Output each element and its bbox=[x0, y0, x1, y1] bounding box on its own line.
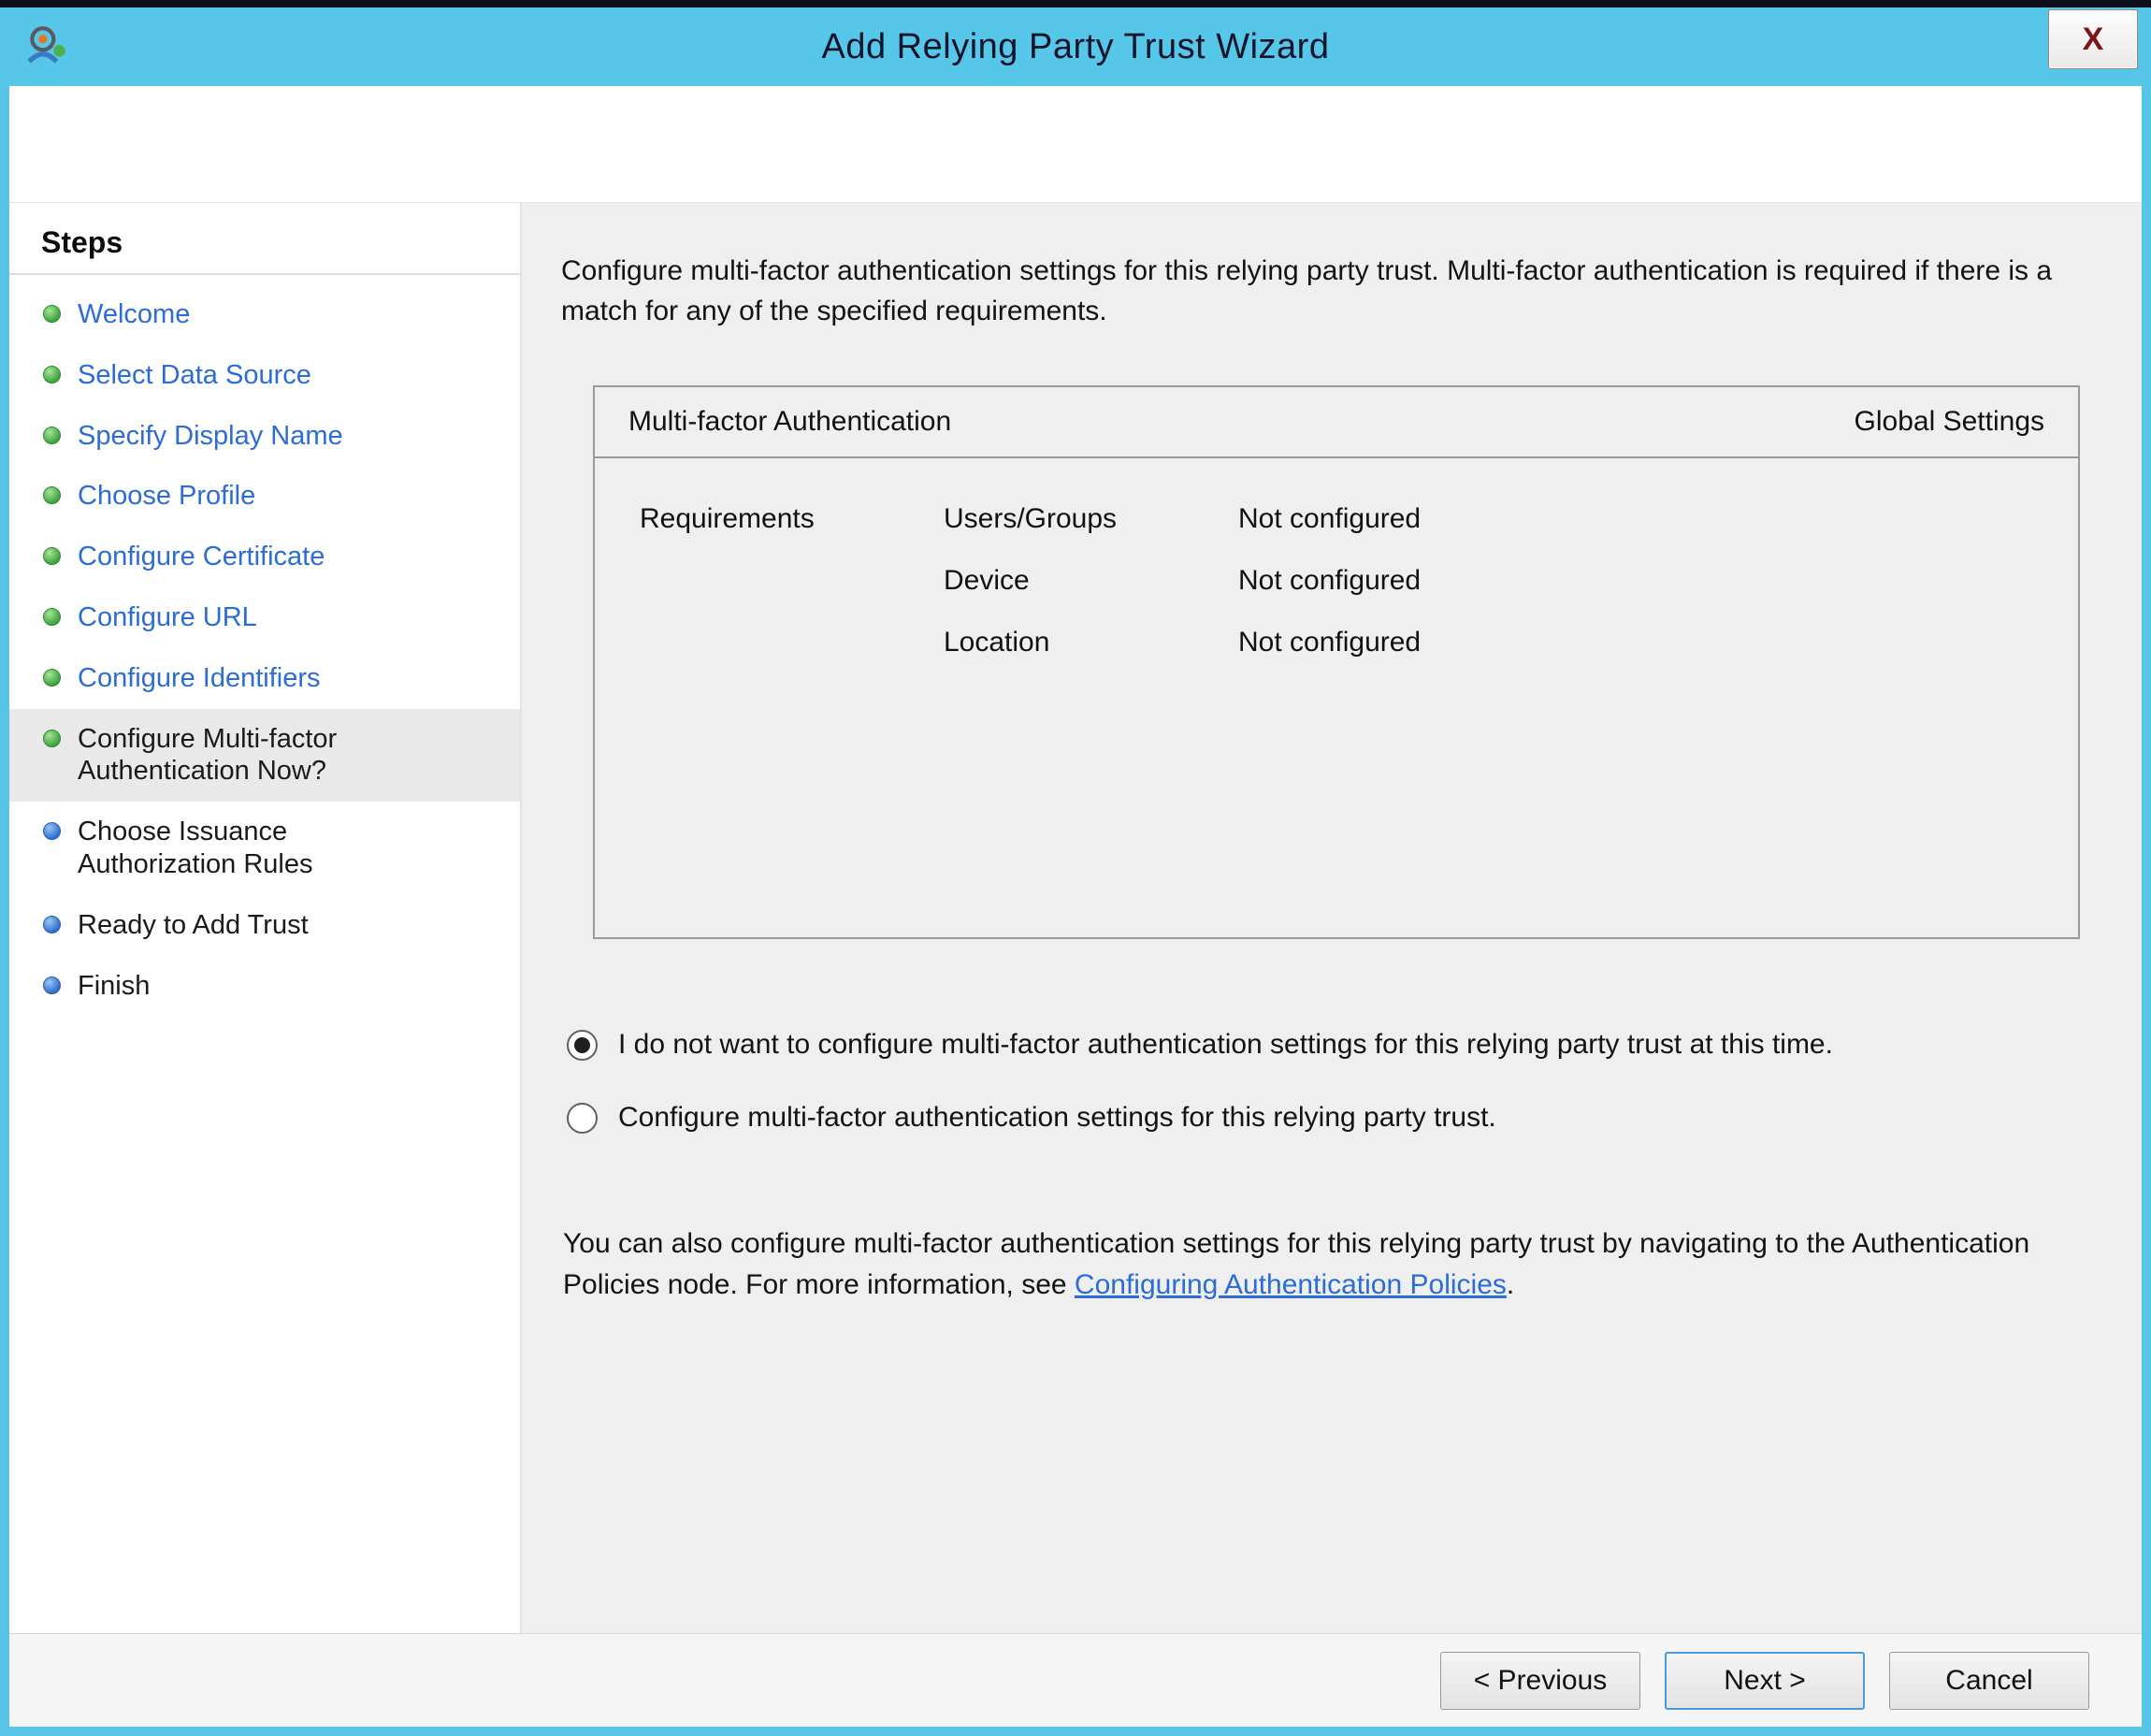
step-done-icon bbox=[43, 486, 61, 504]
radio-label: Configure multi-factor authentication se… bbox=[618, 1102, 1496, 1134]
step-label: Specify Display Name bbox=[78, 420, 343, 453]
step-ready-to-add-trust[interactable]: Ready to Add Trust bbox=[9, 895, 520, 956]
requirement-name: Location bbox=[944, 627, 1238, 658]
spacer-cell bbox=[640, 627, 944, 658]
previous-button[interactable]: < Previous bbox=[1440, 1652, 1640, 1710]
step-configure-mfa-now[interactable]: Configure Multi-factor Authentication No… bbox=[9, 709, 520, 803]
intro-text: Configure multi-factor authentication se… bbox=[561, 252, 2084, 331]
cancel-button[interactable]: Cancel bbox=[1889, 1652, 2089, 1710]
steps-heading: Steps bbox=[9, 225, 520, 273]
titlebar[interactable]: Add Relying Party Trust Wizard X bbox=[0, 7, 2151, 86]
configuring-authentication-policies-link[interactable]: Configuring Authentication Policies bbox=[1075, 1269, 1507, 1300]
step-configure-url[interactable]: Configure URL bbox=[9, 587, 520, 648]
step-done-icon bbox=[43, 366, 61, 383]
header-band bbox=[9, 86, 2142, 203]
step-label: Select Data Source bbox=[78, 359, 311, 392]
global-settings-label: Global Settings bbox=[1855, 406, 2044, 438]
radio-configure-mfa[interactable]: Configure multi-factor authentication se… bbox=[567, 1102, 2084, 1134]
step-label: Configure Certificate bbox=[78, 541, 325, 573]
main-panel: Configure multi-factor authentication se… bbox=[522, 203, 2142, 1633]
step-label: Choose Profile bbox=[78, 480, 255, 513]
step-label: Configure Identifiers bbox=[78, 662, 321, 695]
step-select-data-source[interactable]: Select Data Source bbox=[9, 345, 520, 406]
step-done-icon bbox=[43, 669, 61, 687]
step-pending-icon bbox=[43, 976, 61, 994]
requirement-name: Users/Groups bbox=[944, 503, 1238, 535]
step-label: Configure Multi-factor Authentication No… bbox=[78, 723, 424, 788]
requirement-value: Not configured bbox=[1238, 565, 2078, 597]
step-welcome[interactable]: Welcome bbox=[9, 284, 520, 345]
button-bar: < Previous Next > Cancel bbox=[9, 1633, 2142, 1727]
requirements-label: Requirements bbox=[640, 503, 944, 535]
requirement-name: Device bbox=[944, 565, 1238, 597]
mfa-settings-box: Multi-factor Authentication Global Setti… bbox=[593, 385, 2080, 939]
requirement-value: Not configured bbox=[1238, 503, 2078, 535]
window-top-edge bbox=[0, 0, 2151, 7]
radio-do-not-configure-mfa[interactable]: I do not want to configure multi-factor … bbox=[567, 1029, 2084, 1061]
step-done-icon bbox=[43, 730, 61, 747]
close-button[interactable]: X bbox=[2048, 9, 2138, 69]
mfa-box-header: Multi-factor Authentication Global Setti… bbox=[595, 387, 2078, 458]
steps-sidebar: Steps Welcome Select Data Source Specify… bbox=[9, 203, 522, 1633]
step-finish[interactable]: Finish bbox=[9, 956, 520, 1017]
step-configure-identifiers[interactable]: Configure Identifiers bbox=[9, 648, 520, 709]
steps-divider bbox=[9, 273, 520, 275]
step-choose-issuance-authorization-rules[interactable]: Choose Issuance Authorization Rules bbox=[9, 802, 520, 895]
step-done-icon bbox=[43, 305, 61, 323]
step-label: Welcome bbox=[78, 298, 190, 331]
mfa-requirements-grid: Requirements Users/Groups Not configured… bbox=[595, 458, 2078, 658]
mfa-box-title: Multi-factor Authentication bbox=[628, 406, 951, 438]
step-pending-icon bbox=[43, 916, 61, 933]
radio-label: I do not want to configure multi-factor … bbox=[618, 1029, 1833, 1061]
step-done-icon bbox=[43, 427, 61, 444]
step-label: Ready to Add Trust bbox=[78, 909, 309, 942]
step-label: Choose Issuance Authorization Rules bbox=[78, 816, 424, 881]
requirement-value: Not configured bbox=[1238, 627, 2078, 658]
footer-note-period: . bbox=[1507, 1269, 1514, 1300]
step-label: Configure URL bbox=[78, 601, 257, 634]
radio-unselected-icon[interactable] bbox=[567, 1103, 598, 1134]
radio-selected-icon[interactable] bbox=[567, 1030, 598, 1061]
step-specify-display-name[interactable]: Specify Display Name bbox=[9, 406, 520, 467]
next-button[interactable]: Next > bbox=[1665, 1652, 1865, 1710]
step-configure-certificate[interactable]: Configure Certificate bbox=[9, 527, 520, 587]
step-choose-profile[interactable]: Choose Profile bbox=[9, 466, 520, 527]
step-label: Finish bbox=[78, 970, 150, 1003]
spacer-cell bbox=[640, 565, 944, 597]
step-pending-icon bbox=[43, 822, 61, 840]
adfs-app-icon bbox=[24, 22, 69, 67]
step-done-icon bbox=[43, 547, 61, 565]
content-row: Steps Welcome Select Data Source Specify… bbox=[9, 203, 2142, 1633]
step-done-icon bbox=[43, 608, 61, 626]
window-title: Add Relying Party Trust Wizard bbox=[0, 27, 2151, 67]
footer-note: You can also configure multi-factor auth… bbox=[563, 1223, 2084, 1305]
wizard-window: Add Relying Party Trust Wizard X Steps W… bbox=[0, 0, 2151, 1736]
